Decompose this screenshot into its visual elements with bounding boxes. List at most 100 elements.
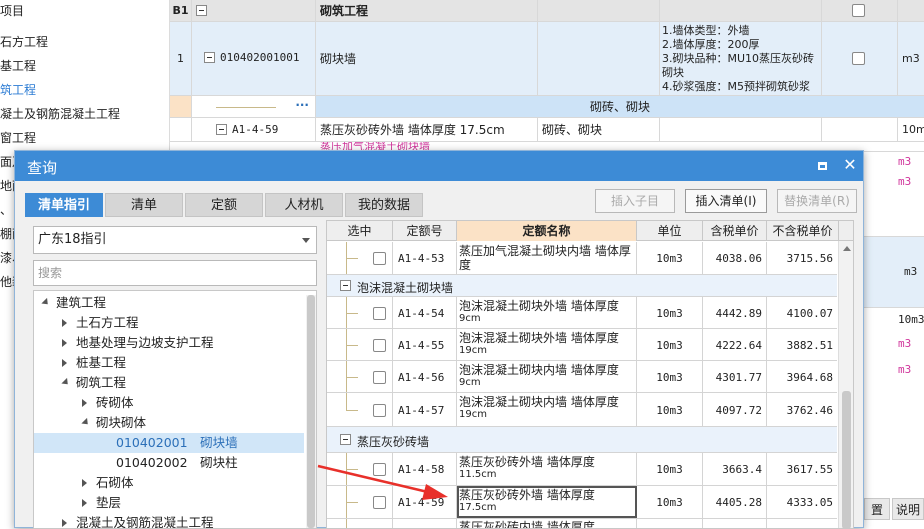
tree-node[interactable]: 混凝土及钢筋混凝土工程	[34, 513, 304, 528]
insert-child-button[interactable]: 插入子目	[595, 189, 675, 213]
collapsed-arrow-icon[interactable]	[62, 339, 67, 347]
table-row-selected[interactable]: A1-4-59 蒸压灰砂砖外墙 墙体厚度 17.5cm 10m3 4405.28 …	[327, 486, 837, 519]
feature-line: 3.砌块品种：MU10蒸压灰砂砖砌块	[662, 52, 815, 79]
chevron-down-icon	[302, 238, 310, 243]
collapse-icon[interactable]	[196, 5, 207, 16]
cell-select[interactable]	[327, 486, 393, 518]
row-checkbox[interactable]	[373, 463, 386, 476]
bg-tree-item[interactable]: 石方工程	[0, 30, 169, 54]
bg-tree-item[interactable]: 凝土及钢筋混凝土工程	[0, 102, 169, 126]
table-row[interactable]: A1-4-58 蒸压灰砂砖外墙 墙体厚度 11.5cm 10m3 3663.4 3…	[327, 453, 837, 486]
tab-labor-material[interactable]: 人材机	[265, 193, 343, 217]
cell-select[interactable]	[327, 297, 393, 328]
bg-tree-item[interactable]: 基工程	[0, 54, 169, 78]
dialog-titlebar[interactable]: 查询 ✕	[15, 151, 863, 181]
col-header-code[interactable]: 定额号	[393, 221, 457, 241]
tree-node[interactable]: 垫层	[34, 493, 304, 513]
tree-node[interactable]: 石砌体	[34, 473, 304, 493]
insert-list-button[interactable]: 插入清单(I)	[685, 189, 767, 213]
cell-select[interactable]	[327, 453, 393, 485]
row-checkbox[interactable]	[373, 496, 386, 509]
cell-name-selected[interactable]: 蒸压灰砂砖外墙 墙体厚度 17.5cm	[457, 486, 637, 518]
bg-filter-row[interactable]: ··· 砌砖、砌块	[170, 96, 924, 118]
collapsed-arrow-icon[interactable]	[62, 359, 67, 367]
tab-quota[interactable]: 定额	[185, 193, 263, 217]
group-row[interactable]: 蒸压灰砂砖墙	[327, 427, 837, 453]
bg-cell	[660, 0, 822, 21]
col-header-price-notax[interactable]: 不含税单价	[767, 221, 839, 241]
region-select[interactable]: 广东18指引	[33, 226, 317, 254]
tree-node-selected[interactable]: 010402001 砌块墙	[34, 433, 304, 453]
col-header-selected[interactable]: 选中	[327, 221, 393, 241]
table-row[interactable]: A1-4-56 泡沫混凝土砌块内墙 墙体厚度 9cm 10m3 4301.77 3…	[327, 361, 837, 393]
tree-node[interactable]: 地基处理与边坡支护工程	[34, 333, 304, 353]
replace-list-button[interactable]: 替换清单(R)	[777, 189, 857, 213]
scrollbar-thumb[interactable]	[307, 295, 315, 528]
row-checkbox[interactable]	[373, 404, 386, 417]
tab-my-data[interactable]: 我的数据	[345, 193, 423, 217]
expanded-arrow-icon[interactable]	[41, 297, 51, 308]
expanded-arrow-icon[interactable]	[81, 417, 91, 428]
cell-select[interactable]	[327, 329, 393, 360]
table-row[interactable]: A1-4-53 蒸压加气混凝土砌块内墙 墙体厚度25cm 10m3 4038.0…	[327, 242, 837, 275]
row-checkbox[interactable]	[373, 307, 386, 320]
search-input[interactable]	[33, 260, 317, 286]
bg-bottom-tab[interactable]: 置	[864, 498, 890, 520]
col-header-unit[interactable]: 单位	[637, 221, 703, 241]
collapse-icon[interactable]	[340, 434, 351, 445]
collapsed-arrow-icon[interactable]	[62, 319, 67, 327]
tree-node[interactable]: 砌块砌体	[34, 413, 304, 433]
bg-checkbox-cell[interactable]	[822, 0, 898, 21]
more-button[interactable]: ···	[295, 98, 309, 112]
scroll-up-icon[interactable]	[843, 246, 851, 251]
bg-checkbox-cell[interactable]	[822, 22, 898, 95]
collapse-icon[interactable]	[204, 52, 215, 63]
header-checkbox[interactable]	[852, 4, 865, 17]
tree-node[interactable]: 砖砌体	[34, 393, 304, 413]
collapse-icon[interactable]	[216, 124, 227, 135]
tree-node[interactable]: 010402002 砌块柱	[34, 453, 304, 473]
bg-quota-row[interactable]: A1-4-59 蒸压灰砂砖外墙 墙体厚度 17.5cm 砌砖、砌块 10m3	[170, 118, 924, 142]
close-button[interactable]: ✕	[841, 156, 859, 174]
tab-list-guide[interactable]: 清单指引	[25, 193, 103, 217]
cell-select[interactable]	[327, 242, 393, 274]
tree-node[interactable]: 砌筑工程	[34, 373, 304, 393]
tree-node[interactable]: 桩基工程	[34, 353, 304, 373]
scrollbar-thumb[interactable]	[842, 391, 851, 528]
bg-expand-cell[interactable]	[192, 0, 316, 21]
row-checkbox[interactable]	[373, 252, 386, 265]
row-checkbox[interactable]	[373, 371, 386, 384]
tree-node[interactable]: 建筑工程	[34, 293, 304, 313]
cell-price-tax: 4222.64	[703, 329, 767, 360]
bg-header-row[interactable]: B1 砌筑工程	[170, 0, 924, 22]
cell-select[interactable]	[327, 361, 393, 392]
group-row[interactable]: 泡沫混凝土砌块墙	[327, 275, 837, 297]
bg-code-cell[interactable]: 010402001001	[192, 22, 316, 95]
collapsed-arrow-icon[interactable]	[82, 399, 87, 407]
expanded-arrow-icon[interactable]	[61, 377, 71, 388]
tree-node[interactable]: 土石方工程	[34, 313, 304, 333]
col-header-name[interactable]: 定额名称	[457, 221, 637, 241]
table-row[interactable]: A1-4-57 泡沫混凝土砌块内墙 墙体厚度 19cm 10m3 4097.72 …	[327, 393, 837, 427]
bg-tree-item[interactable]: 窗工程	[0, 126, 169, 150]
bg-tree-item-selected[interactable]: 筑工程	[0, 78, 169, 102]
collapsed-arrow-icon[interactable]	[82, 479, 87, 487]
bg-tree-item[interactable]: 项目	[0, 0, 169, 22]
bg-filter-input[interactable]: ···	[192, 96, 316, 117]
col-header-price-tax[interactable]: 含税单价	[703, 221, 767, 241]
grid-scrollbar[interactable]	[838, 241, 853, 528]
bg-code-cell[interactable]: A1-4-59	[192, 118, 316, 141]
bg-bottom-tab[interactable]: 说明	[892, 498, 924, 520]
cell-select[interactable]	[327, 393, 393, 426]
collapsed-arrow-icon[interactable]	[62, 519, 67, 527]
bg-bill-row[interactable]: 1 010402001001 砌块墙 1.墙体类型：外墙 2.墙体厚度：200厚…	[170, 22, 924, 96]
maximize-button[interactable]	[815, 158, 831, 174]
row-checkbox[interactable]	[852, 52, 865, 65]
table-row[interactable]: A1-4-55 泡沫混凝土砌块外墙 墙体厚度 19cm 10m3 4222.64 …	[327, 329, 837, 361]
collapse-icon[interactable]	[340, 280, 351, 291]
tab-list[interactable]: 清单	[105, 193, 183, 217]
row-checkbox[interactable]	[373, 339, 386, 352]
collapsed-arrow-icon[interactable]	[82, 499, 87, 507]
tree-scrollbar[interactable]	[306, 295, 316, 528]
table-row[interactable]: A1-4-54 泡沫混凝土砌块外墙 墙体厚度 9cm 10m3 4442.89 4…	[327, 297, 837, 329]
